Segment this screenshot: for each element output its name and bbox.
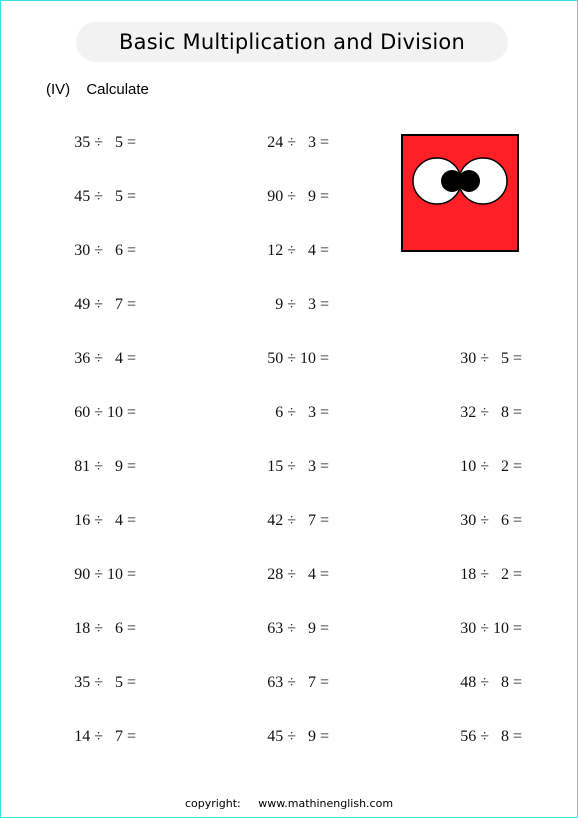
division-problem: 36 ÷ 4 = (74, 350, 136, 367)
division-problem: 30 ÷ 10 = (460, 620, 522, 637)
division-problem: 12 ÷ 4 = (267, 242, 329, 259)
division-problem: 9 ÷ 3 = (275, 296, 329, 313)
copyright-site: www.mathinenglish.com (258, 797, 394, 810)
page-title: Basic Multiplication and Division (119, 30, 465, 54)
division-problem: 35 ÷ 5 = (74, 134, 136, 151)
mascot-icon (401, 134, 519, 252)
division-problem: 30 ÷ 6 = (74, 242, 136, 259)
division-problem: 90 ÷ 10 = (74, 566, 136, 583)
division-problem: 63 ÷ 9 = (267, 620, 329, 637)
footer: copyright: www.mathinenglish.com (0, 797, 578, 810)
division-problem: 56 ÷ 8 = (460, 728, 522, 745)
division-problem: 42 ÷ 7 = (267, 512, 329, 529)
division-problem: 16 ÷ 4 = (74, 512, 136, 529)
copyright-label: copyright: (184, 797, 241, 810)
division-problem: 28 ÷ 4 = (267, 566, 329, 583)
division-problem: 24 ÷ 3 = (267, 134, 329, 151)
division-problem: 35 ÷ 5 = (74, 674, 136, 691)
section-heading: (IV) Calculate (46, 81, 149, 98)
division-problem: 81 ÷ 9 = (74, 458, 136, 475)
division-problem: 49 ÷ 7 = (74, 296, 136, 313)
division-problem: 30 ÷ 5 = (460, 350, 522, 367)
division-problem: 32 ÷ 8 = (460, 404, 522, 421)
division-problem: 18 ÷ 6 = (74, 620, 136, 637)
title-banner: Basic Multiplication and Division (76, 22, 508, 62)
division-problem: 45 ÷ 5 = (74, 188, 136, 205)
division-problem: 90 ÷ 9 = (267, 188, 329, 205)
section-number: (IV) (46, 81, 71, 98)
right-pupil-icon (458, 170, 480, 192)
division-problem: 50 ÷ 10 = (267, 350, 329, 367)
division-problem: 18 ÷ 2 = (460, 566, 522, 583)
section-instruction: Calculate (86, 81, 149, 98)
division-problem: 6 ÷ 3 = (275, 404, 329, 421)
division-problem: 10 ÷ 2 = (460, 458, 522, 475)
division-problem: 45 ÷ 9 = (267, 728, 329, 745)
division-problem: 63 ÷ 7 = (267, 674, 329, 691)
division-problem: 30 ÷ 6 = (460, 512, 522, 529)
division-problem: 15 ÷ 3 = (267, 458, 329, 475)
division-problem: 60 ÷ 10 = (74, 404, 136, 421)
division-problem: 14 ÷ 7 = (74, 728, 136, 745)
division-problem: 48 ÷ 8 = (460, 674, 522, 691)
